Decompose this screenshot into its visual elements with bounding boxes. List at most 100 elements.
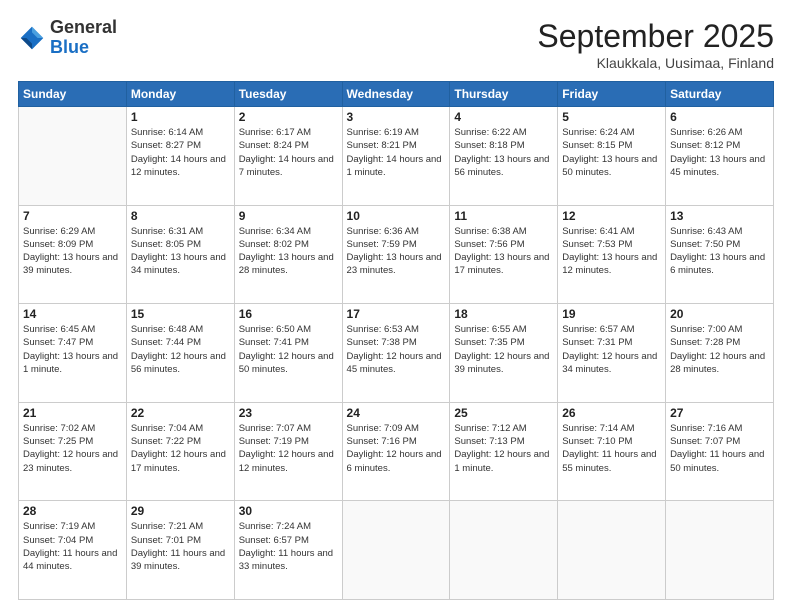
calendar-table: Sunday Monday Tuesday Wednesday Thursday…: [18, 81, 774, 600]
day-cell-4-2: 30 Sunrise: 7:24 AM Sunset: 6:57 PM Dayli…: [234, 501, 342, 600]
month-title: September 2025: [537, 18, 774, 55]
day-info: Sunrise: 6:17 AM Sunset: 8:24 PM Dayligh…: [239, 126, 338, 179]
logo-general: General: [50, 18, 117, 38]
day-info: Sunrise: 6:29 AM Sunset: 8:09 PM Dayligh…: [23, 225, 122, 278]
header: General Blue September 2025 Klaukkala, U…: [18, 18, 774, 71]
day-cell-2-3: 17 Sunrise: 6:53 AM Sunset: 7:38 PM Dayli…: [342, 304, 450, 403]
day-number: 6: [670, 110, 769, 124]
day-info: Sunrise: 7:19 AM Sunset: 7:04 PM Dayligh…: [23, 520, 122, 573]
day-info: Sunrise: 7:16 AM Sunset: 7:07 PM Dayligh…: [670, 422, 769, 475]
day-info: Sunrise: 7:00 AM Sunset: 7:28 PM Dayligh…: [670, 323, 769, 376]
day-cell-2-0: 14Sunrise: 6:45 AM Sunset: 7:47 PM Dayli…: [19, 304, 127, 403]
day-info: Sunrise: 7:02 AM Sunset: 7:25 PM Dayligh…: [23, 422, 122, 475]
day-info: Sunrise: 6:45 AM Sunset: 7:47 PM Dayligh…: [23, 323, 122, 376]
day-cell-0-2: 2 Sunrise: 6:17 AM Sunset: 8:24 PM Daylig…: [234, 107, 342, 206]
day-cell-0-0: [19, 107, 127, 206]
day-cell-1-2: 9 Sunrise: 6:34 AM Sunset: 8:02 PM Daylig…: [234, 205, 342, 304]
logo: General Blue: [18, 18, 117, 58]
day-number: 1: [131, 110, 230, 124]
day-info: Sunrise: 6:26 AM Sunset: 8:12 PM Dayligh…: [670, 126, 769, 179]
day-number: 21: [23, 406, 122, 420]
day-info: Sunrise: 7:14 AM Sunset: 7:10 PM Dayligh…: [562, 422, 661, 475]
day-info: Sunrise: 7:12 AM Sunset: 7:13 PM Dayligh…: [454, 422, 553, 475]
day-number: 13: [670, 209, 769, 223]
day-info: Sunrise: 7:09 AM Sunset: 7:16 PM Dayligh…: [347, 422, 446, 475]
day-number: 18: [454, 307, 553, 321]
day-number: 23: [239, 406, 338, 420]
day-number: 7: [23, 209, 122, 223]
day-number: 29: [131, 504, 230, 518]
header-wednesday: Wednesday: [342, 82, 450, 107]
day-info: Sunrise: 6:41 AM Sunset: 7:53 PM Dayligh…: [562, 225, 661, 278]
day-info: Sunrise: 6:36 AM Sunset: 7:59 PM Dayligh…: [347, 225, 446, 278]
day-cell-3-5: 26 Sunrise: 7:14 AM Sunset: 7:10 PM Dayli…: [558, 402, 666, 501]
day-number: 19: [562, 307, 661, 321]
day-number: 2: [239, 110, 338, 124]
day-info: Sunrise: 6:14 AM Sunset: 8:27 PM Dayligh…: [131, 126, 230, 179]
day-cell-4-4: [450, 501, 558, 600]
day-info: Sunrise: 6:19 AM Sunset: 8:21 PM Dayligh…: [347, 126, 446, 179]
day-info: Sunrise: 6:24 AM Sunset: 8:15 PM Dayligh…: [562, 126, 661, 179]
day-info: Sunrise: 6:53 AM Sunset: 7:38 PM Dayligh…: [347, 323, 446, 376]
day-number: 4: [454, 110, 553, 124]
page: General Blue September 2025 Klaukkala, U…: [0, 0, 792, 612]
day-cell-1-5: 12 Sunrise: 6:41 AM Sunset: 7:53 PM Dayli…: [558, 205, 666, 304]
day-cell-3-2: 23 Sunrise: 7:07 AM Sunset: 7:19 PM Dayli…: [234, 402, 342, 501]
location-subtitle: Klaukkala, Uusimaa, Finland: [537, 55, 774, 71]
header-sunday: Sunday: [19, 82, 127, 107]
day-info: Sunrise: 6:34 AM Sunset: 8:02 PM Dayligh…: [239, 225, 338, 278]
day-info: Sunrise: 6:55 AM Sunset: 7:35 PM Dayligh…: [454, 323, 553, 376]
day-info: Sunrise: 6:38 AM Sunset: 7:56 PM Dayligh…: [454, 225, 553, 278]
header-monday: Monday: [126, 82, 234, 107]
day-cell-0-4: 4 Sunrise: 6:22 AM Sunset: 8:18 PM Daylig…: [450, 107, 558, 206]
header-saturday: Saturday: [666, 82, 774, 107]
week-row-3: 14Sunrise: 6:45 AM Sunset: 7:47 PM Dayli…: [19, 304, 774, 403]
day-cell-0-5: 5 Sunrise: 6:24 AM Sunset: 8:15 PM Daylig…: [558, 107, 666, 206]
day-cell-2-2: 16 Sunrise: 6:50 AM Sunset: 7:41 PM Dayli…: [234, 304, 342, 403]
day-cell-2-5: 19Sunrise: 6:57 AM Sunset: 7:31 PM Dayli…: [558, 304, 666, 403]
day-cell-3-1: 22Sunrise: 7:04 AM Sunset: 7:22 PM Dayli…: [126, 402, 234, 501]
day-number: 12: [562, 209, 661, 223]
day-info: Sunrise: 6:22 AM Sunset: 8:18 PM Dayligh…: [454, 126, 553, 179]
day-cell-4-0: 28 Sunrise: 7:19 AM Sunset: 7:04 PM Dayli…: [19, 501, 127, 600]
day-cell-4-1: 29 Sunrise: 7:21 AM Sunset: 7:01 PM Dayli…: [126, 501, 234, 600]
day-cell-3-6: 27 Sunrise: 7:16 AM Sunset: 7:07 PM Dayli…: [666, 402, 774, 501]
day-cell-1-3: 10 Sunrise: 6:36 AM Sunset: 7:59 PM Dayli…: [342, 205, 450, 304]
day-number: 17: [347, 307, 446, 321]
day-cell-1-1: 8Sunrise: 6:31 AM Sunset: 8:05 PM Daylig…: [126, 205, 234, 304]
day-number: 3: [347, 110, 446, 124]
header-friday: Friday: [558, 82, 666, 107]
day-cell-0-6: 6 Sunrise: 6:26 AM Sunset: 8:12 PM Daylig…: [666, 107, 774, 206]
week-row-1: 1 Sunrise: 6:14 AM Sunset: 8:27 PM Daylig…: [19, 107, 774, 206]
day-number: 5: [562, 110, 661, 124]
week-row-5: 28 Sunrise: 7:19 AM Sunset: 7:04 PM Dayli…: [19, 501, 774, 600]
day-number: 28: [23, 504, 122, 518]
day-info: Sunrise: 7:07 AM Sunset: 7:19 PM Dayligh…: [239, 422, 338, 475]
day-cell-3-0: 21 Sunrise: 7:02 AM Sunset: 7:25 PM Dayli…: [19, 402, 127, 501]
day-number: 9: [239, 209, 338, 223]
week-row-4: 21 Sunrise: 7:02 AM Sunset: 7:25 PM Dayli…: [19, 402, 774, 501]
day-number: 15: [131, 307, 230, 321]
logo-icon: [18, 24, 46, 52]
header-thursday: Thursday: [450, 82, 558, 107]
header-tuesday: Tuesday: [234, 82, 342, 107]
day-cell-3-4: 25Sunrise: 7:12 AM Sunset: 7:13 PM Dayli…: [450, 402, 558, 501]
day-cell-4-5: [558, 501, 666, 600]
day-number: 11: [454, 209, 553, 223]
day-cell-1-0: 7 Sunrise: 6:29 AM Sunset: 8:09 PM Daylig…: [19, 205, 127, 304]
day-info: Sunrise: 7:21 AM Sunset: 7:01 PM Dayligh…: [131, 520, 230, 573]
weekday-header-row: Sunday Monday Tuesday Wednesday Thursday…: [19, 82, 774, 107]
day-number: 27: [670, 406, 769, 420]
day-info: Sunrise: 7:24 AM Sunset: 6:57 PM Dayligh…: [239, 520, 338, 573]
logo-blue: Blue: [50, 38, 117, 58]
day-info: Sunrise: 6:50 AM Sunset: 7:41 PM Dayligh…: [239, 323, 338, 376]
day-number: 26: [562, 406, 661, 420]
day-cell-1-4: 11 Sunrise: 6:38 AM Sunset: 7:56 PM Dayli…: [450, 205, 558, 304]
day-number: 30: [239, 504, 338, 518]
logo-text: General Blue: [50, 18, 117, 58]
day-number: 16: [239, 307, 338, 321]
day-number: 10: [347, 209, 446, 223]
day-cell-2-6: 20Sunrise: 7:00 AM Sunset: 7:28 PM Dayli…: [666, 304, 774, 403]
day-cell-1-6: 13Sunrise: 6:43 AM Sunset: 7:50 PM Dayli…: [666, 205, 774, 304]
day-cell-3-3: 24Sunrise: 7:09 AM Sunset: 7:16 PM Dayli…: [342, 402, 450, 501]
